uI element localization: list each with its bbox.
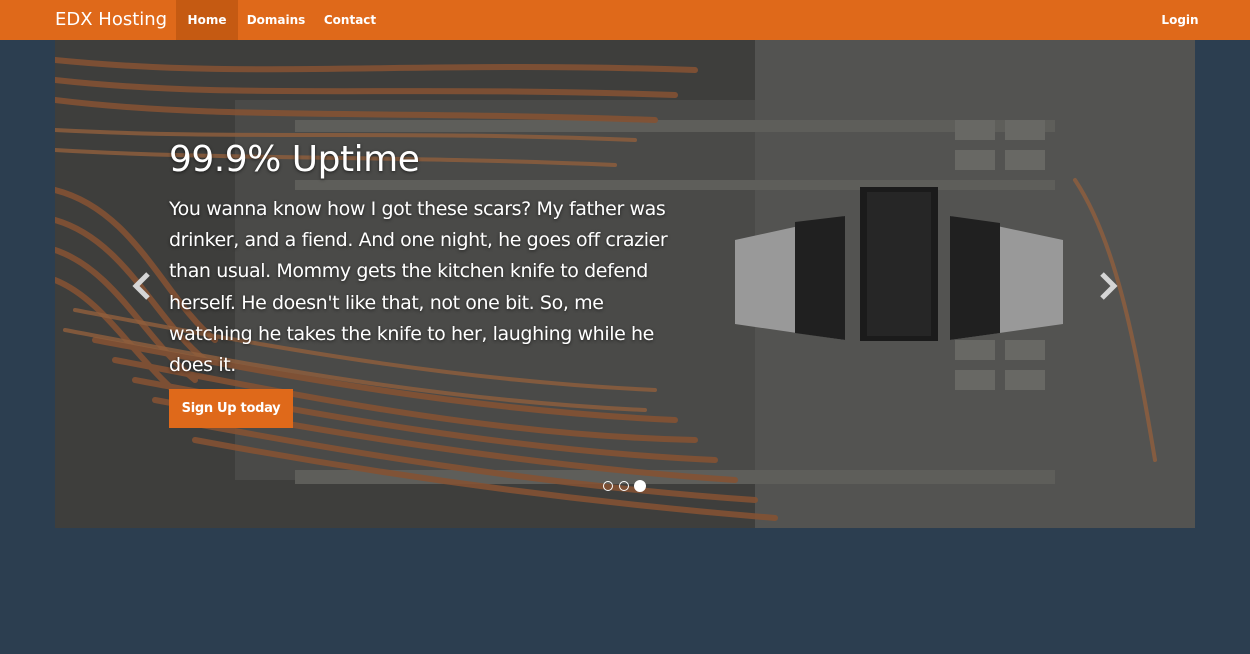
hero-carousel: 99.9% Uptime You wanna know how I got th…	[55, 40, 1195, 528]
carousel-caption: 99.9% Uptime You wanna know how I got th…	[169, 138, 689, 381]
carousel-text: You wanna know how I got these scars? My…	[169, 198, 668, 377]
sign-up-button[interactable]: Sign Up today	[169, 389, 293, 428]
carousel-title: 99.9% Uptime	[169, 139, 420, 180]
carousel-next-arrow-icon[interactable]	[1092, 266, 1122, 306]
top-navbar: EDX Hosting Home Domains Contact Login	[0, 0, 1250, 40]
nav-contact[interactable]: Contact	[314, 0, 386, 40]
carousel-indicator-3[interactable]	[634, 480, 646, 492]
carousel-indicator-2[interactable]	[619, 481, 629, 491]
brand-link[interactable]: EDX Hosting	[55, 0, 167, 40]
nav-domains[interactable]: Domains	[238, 0, 314, 40]
carousel-indicator-1[interactable]	[603, 481, 613, 491]
nav-login[interactable]: Login	[1156, 0, 1204, 40]
nav-home[interactable]: Home	[176, 0, 238, 40]
carousel-prev-arrow-icon[interactable]	[128, 266, 158, 306]
